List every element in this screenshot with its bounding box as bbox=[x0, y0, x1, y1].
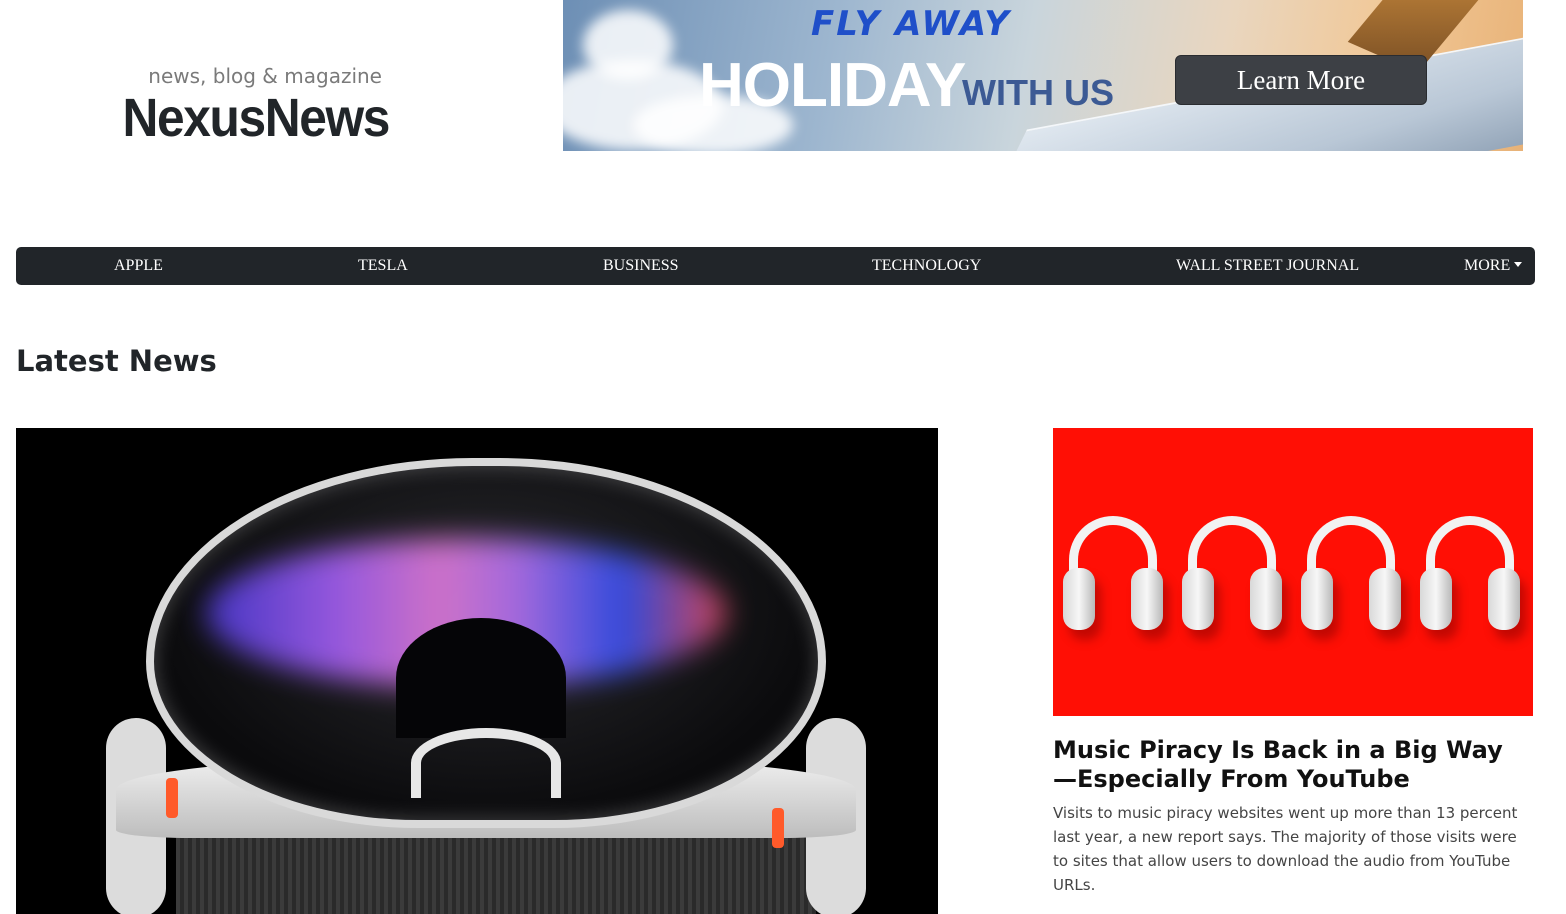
headphones-image bbox=[1301, 516, 1401, 636]
site-brand[interactable]: NexusNews bbox=[123, 90, 391, 146]
nav-item-apple[interactable]: APPLE bbox=[114, 247, 163, 285]
headphones-image bbox=[1182, 516, 1282, 636]
banner-headline-fly-away: FLY AWAY bbox=[811, 4, 1011, 44]
nav-item-wall-street-journal[interactable]: WALL STREET JOURNAL bbox=[1176, 247, 1359, 285]
nav-item-business[interactable]: BUSINESS bbox=[603, 247, 679, 285]
banner-headline-holiday: HOLIDAY bbox=[699, 51, 966, 120]
nav-item-tesla[interactable]: TESLA bbox=[358, 247, 408, 285]
side-article-title[interactable]: Music Piracy Is Back in a Big Way—Especi… bbox=[1053, 736, 1523, 794]
ad-banner[interactable]: FLY AWAY HOLIDAY WITH US Learn More bbox=[563, 0, 1523, 151]
banner-cloud bbox=[583, 10, 673, 80]
main-navbar: APPLE TESLA BUSINESS TECHNOLOGY WALL STR… bbox=[16, 247, 1535, 285]
site-logo[interactable]: news, blog & magazine NexusNews bbox=[100, 62, 391, 146]
headset-accent bbox=[772, 808, 784, 848]
headset-nose-bridge bbox=[411, 728, 561, 798]
learn-more-button[interactable]: Learn More bbox=[1175, 55, 1427, 105]
nav-more-label: MORE bbox=[1464, 257, 1511, 274]
headset-strap bbox=[176, 828, 816, 914]
headphones-cup bbox=[1131, 568, 1163, 630]
headphones-image bbox=[1420, 516, 1520, 636]
nav-item-technology[interactable]: TECHNOLOGY bbox=[872, 247, 981, 285]
headset-accent bbox=[166, 778, 178, 818]
banner-headline-with-us: WITH US bbox=[962, 72, 1114, 113]
featured-article-image[interactable] bbox=[16, 428, 938, 914]
site-tagline: news, blog & magazine bbox=[148, 64, 382, 88]
headphones-cup bbox=[1301, 568, 1333, 630]
nav-item-more-dropdown[interactable]: MORE bbox=[1464, 247, 1523, 285]
side-article-image[interactable] bbox=[1053, 428, 1533, 716]
headphones-cup bbox=[1369, 568, 1401, 630]
headphones-cup bbox=[1420, 568, 1452, 630]
headphones-cup bbox=[1250, 568, 1282, 630]
headphones-cup bbox=[1488, 568, 1520, 630]
section-title-latest-news: Latest News bbox=[16, 344, 217, 378]
headphones-cup bbox=[1063, 568, 1095, 630]
headphones-cup bbox=[1182, 568, 1214, 630]
caret-down-icon bbox=[1514, 262, 1523, 267]
side-article-summary: Visits to music piracy websites went up … bbox=[1053, 804, 1518, 894]
headset-visor-nose-dip bbox=[396, 618, 566, 738]
headphones-image bbox=[1063, 516, 1163, 636]
